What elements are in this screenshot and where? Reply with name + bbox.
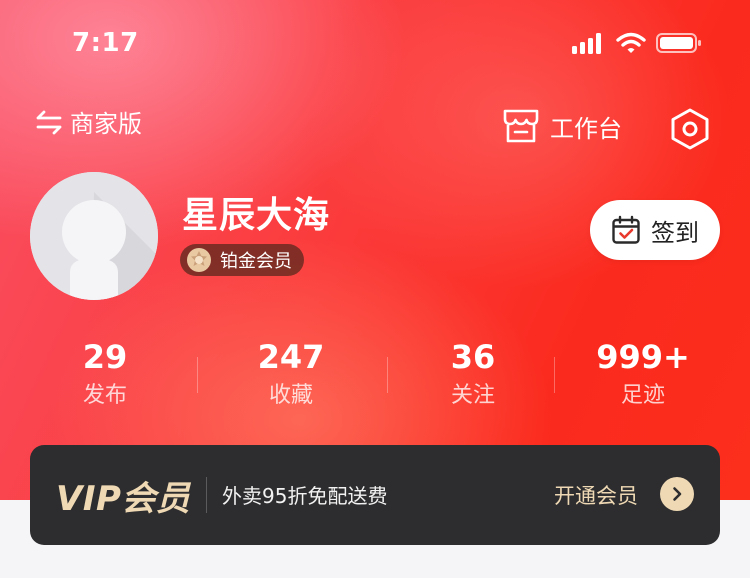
- vip-title: VIP会员: [56, 479, 191, 519]
- settings-icon: [671, 108, 709, 150]
- top-bar: 商家版 工作台: [0, 104, 750, 152]
- stat-label: 足迹: [620, 383, 665, 408]
- signal-icon: [572, 33, 601, 54]
- profile-screen: 7:17 商家版 工作台 星辰大海 铂金会员 签到 29 发布 247 收藏 3…: [0, 0, 750, 578]
- stat-value: 36: [450, 338, 496, 376]
- battery-icon: [656, 33, 701, 53]
- stat-published[interactable]: 29 发布: [45, 336, 165, 412]
- open-membership-label: 开通会员: [554, 484, 638, 508]
- stat-divider: [197, 357, 198, 393]
- stat-divider: [387, 357, 388, 393]
- stat-divider: [554, 357, 555, 393]
- stat-label: 关注: [450, 383, 495, 408]
- stat-value: 247: [257, 338, 325, 376]
- vip-membership-card[interactable]: VIP会员 外卖95折免配送费 开通会员: [30, 445, 720, 545]
- platinum-medal-icon: [187, 248, 211, 272]
- wifi-icon: [616, 32, 646, 53]
- status-time: 7:17: [72, 28, 139, 58]
- member-level-badge[interactable]: 铂金会员: [180, 244, 304, 276]
- open-membership-button[interactable]: [660, 477, 694, 511]
- vip-description: 外卖95折免配送费: [222, 484, 388, 508]
- checkin-label: 签到: [651, 218, 699, 247]
- settings-button[interactable]: [670, 108, 710, 154]
- chevron-right-icon: [673, 487, 682, 501]
- checkin-button[interactable]: 签到: [590, 200, 720, 260]
- switch-to-merchant-button[interactable]: 商家版: [34, 104, 142, 139]
- vip-divider: [206, 477, 207, 513]
- calendar-check-icon: [612, 215, 640, 244]
- switch-label: 商家版: [70, 110, 142, 138]
- stat-label: 发布: [82, 383, 127, 408]
- stat-favorites[interactable]: 247 收藏: [231, 336, 351, 412]
- store-icon: [503, 109, 539, 143]
- default-avatar-icon: [30, 172, 158, 300]
- status-bar: 7:17: [0, 28, 750, 62]
- avatar[interactable]: [30, 172, 158, 300]
- status-icons: [572, 32, 702, 54]
- stat-value: 999+: [596, 338, 690, 376]
- member-level-label: 铂金会员: [220, 251, 292, 272]
- workbench-button[interactable]: 工作台: [502, 108, 622, 144]
- stat-label: 收藏: [268, 383, 313, 408]
- username: 星辰大海: [182, 195, 331, 236]
- stat-footprints[interactable]: 999+ 足迹: [583, 336, 703, 412]
- stat-following[interactable]: 36 关注: [413, 336, 533, 412]
- stat-value: 29: [82, 338, 128, 376]
- workbench-label: 工作台: [550, 114, 622, 143]
- swap-icon: [36, 110, 62, 134]
